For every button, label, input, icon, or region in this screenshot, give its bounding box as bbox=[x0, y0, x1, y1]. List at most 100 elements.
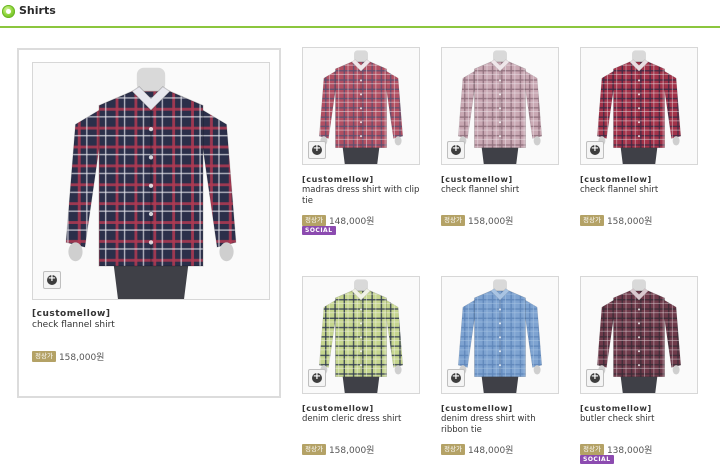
left-sleeve bbox=[65, 109, 100, 248]
mannequin-neck bbox=[493, 279, 507, 291]
shirt-button bbox=[359, 308, 363, 311]
shirt-button bbox=[359, 93, 363, 96]
product-brand: [customellow] bbox=[441, 175, 513, 184]
product-image[interactable] bbox=[441, 47, 559, 165]
product-name[interactable]: denim dress shirt with ribbon tie bbox=[441, 414, 561, 436]
product-name[interactable]: check flannel shirt bbox=[441, 185, 561, 196]
shirt-button bbox=[498, 107, 502, 110]
mannequin-neck bbox=[354, 279, 368, 291]
regular-price-badge: 정상가 bbox=[441, 215, 465, 226]
featured-product[interactable]: [customellow] check flannel shirt 정상가158… bbox=[17, 48, 281, 398]
mannequin-neck bbox=[354, 50, 368, 62]
shirt-button bbox=[498, 93, 502, 96]
price-row: 정상가 158,000원 bbox=[302, 439, 374, 456]
product-brand: [customellow] bbox=[580, 175, 652, 184]
regular-price-badge: 정상가 bbox=[302, 444, 326, 455]
right-hand bbox=[394, 136, 402, 146]
shirt-button bbox=[359, 135, 363, 138]
zoom-icon[interactable] bbox=[43, 271, 61, 289]
right-hand bbox=[672, 365, 680, 375]
product-price: 158,000원 bbox=[606, 217, 653, 227]
pants bbox=[620, 374, 658, 393]
shirt-button bbox=[637, 336, 641, 339]
right-sleeve bbox=[202, 109, 237, 248]
shirt-button bbox=[498, 308, 502, 311]
right-hand bbox=[533, 136, 541, 146]
regular-price-badge: 정상가 bbox=[580, 444, 604, 455]
product-name[interactable]: butler check shirt bbox=[580, 414, 700, 425]
product-name[interactable]: denim cleric dress shirt bbox=[302, 414, 422, 425]
product-brand: [customellow] bbox=[32, 309, 111, 319]
shirt-button bbox=[498, 135, 502, 138]
shirt-button bbox=[637, 79, 641, 82]
shirt-button bbox=[359, 79, 363, 82]
section-title: Shirts bbox=[19, 4, 56, 17]
right-sleeve bbox=[386, 70, 404, 139]
product-image[interactable] bbox=[302, 47, 420, 165]
pants bbox=[113, 261, 189, 299]
shirt-button bbox=[359, 322, 363, 325]
regular-price-badge: 정상가 bbox=[32, 351, 56, 362]
product-price: 158,000원 bbox=[467, 217, 514, 227]
shirt-button bbox=[637, 322, 641, 325]
product-price: 148,000원 bbox=[328, 217, 375, 227]
left-sleeve bbox=[457, 70, 475, 139]
shirt-button bbox=[498, 336, 502, 339]
price-row: 정상가 148,000원 bbox=[441, 439, 513, 456]
right-sleeve bbox=[525, 299, 543, 368]
shirt-button bbox=[359, 121, 363, 124]
product-image[interactable] bbox=[580, 276, 698, 394]
product-name[interactable]: check flannel shirt bbox=[32, 320, 115, 330]
mannequin-neck bbox=[632, 279, 646, 291]
shirt-button bbox=[148, 240, 154, 245]
shirt-button bbox=[148, 183, 154, 188]
right-hand bbox=[672, 136, 680, 146]
shirt-button bbox=[498, 121, 502, 124]
pants bbox=[342, 374, 380, 393]
shirt-button bbox=[359, 350, 363, 353]
product-price: 138,000원 bbox=[606, 446, 653, 456]
product-name[interactable]: check flannel shirt bbox=[580, 185, 700, 196]
zoom-icon[interactable] bbox=[586, 141, 604, 159]
shirt-button bbox=[148, 126, 154, 132]
product-image[interactable] bbox=[32, 62, 270, 300]
zoom-icon[interactable] bbox=[308, 141, 326, 159]
shirt-button bbox=[498, 79, 502, 82]
pants bbox=[342, 145, 380, 164]
shirt-button bbox=[359, 364, 363, 367]
right-sleeve bbox=[386, 299, 404, 368]
right-sleeve bbox=[664, 70, 682, 139]
zoom-icon[interactable] bbox=[586, 369, 604, 387]
social-badge: SOCIAL bbox=[580, 455, 614, 464]
regular-price-badge: 정상가 bbox=[441, 444, 465, 455]
product-image[interactable] bbox=[302, 276, 420, 394]
zoom-icon[interactable] bbox=[308, 369, 326, 387]
left-hand bbox=[68, 242, 83, 262]
shirt-button bbox=[637, 364, 641, 367]
right-hand bbox=[394, 365, 402, 375]
product-price: 158,000원 bbox=[58, 353, 105, 363]
left-sleeve bbox=[457, 299, 475, 368]
shirt-button bbox=[637, 121, 641, 124]
product-brand: [customellow] bbox=[302, 175, 374, 184]
shirt-button bbox=[637, 350, 641, 353]
product-image[interactable] bbox=[580, 47, 698, 165]
mannequin-neck bbox=[632, 50, 646, 62]
pants bbox=[620, 145, 658, 164]
product-brand: [customellow] bbox=[441, 404, 513, 413]
shirt-button bbox=[498, 364, 502, 367]
product-name[interactable]: madras dress shirt with clip tie bbox=[302, 185, 422, 207]
price-row: 정상가 138,000원 bbox=[580, 439, 652, 456]
pants bbox=[481, 374, 519, 393]
shirt-button bbox=[498, 322, 502, 325]
product-brand: [customellow] bbox=[580, 404, 652, 413]
zoom-icon[interactable] bbox=[447, 369, 465, 387]
left-sleeve bbox=[596, 70, 614, 139]
regular-price-badge: 정상가 bbox=[580, 215, 604, 226]
zoom-icon[interactable] bbox=[447, 141, 465, 159]
shirt-button bbox=[637, 107, 641, 110]
mannequin-neck bbox=[493, 50, 507, 62]
mannequin-neck bbox=[136, 67, 166, 92]
price-row: 정상가 148,000원 bbox=[302, 210, 374, 227]
product-image[interactable] bbox=[441, 276, 559, 394]
